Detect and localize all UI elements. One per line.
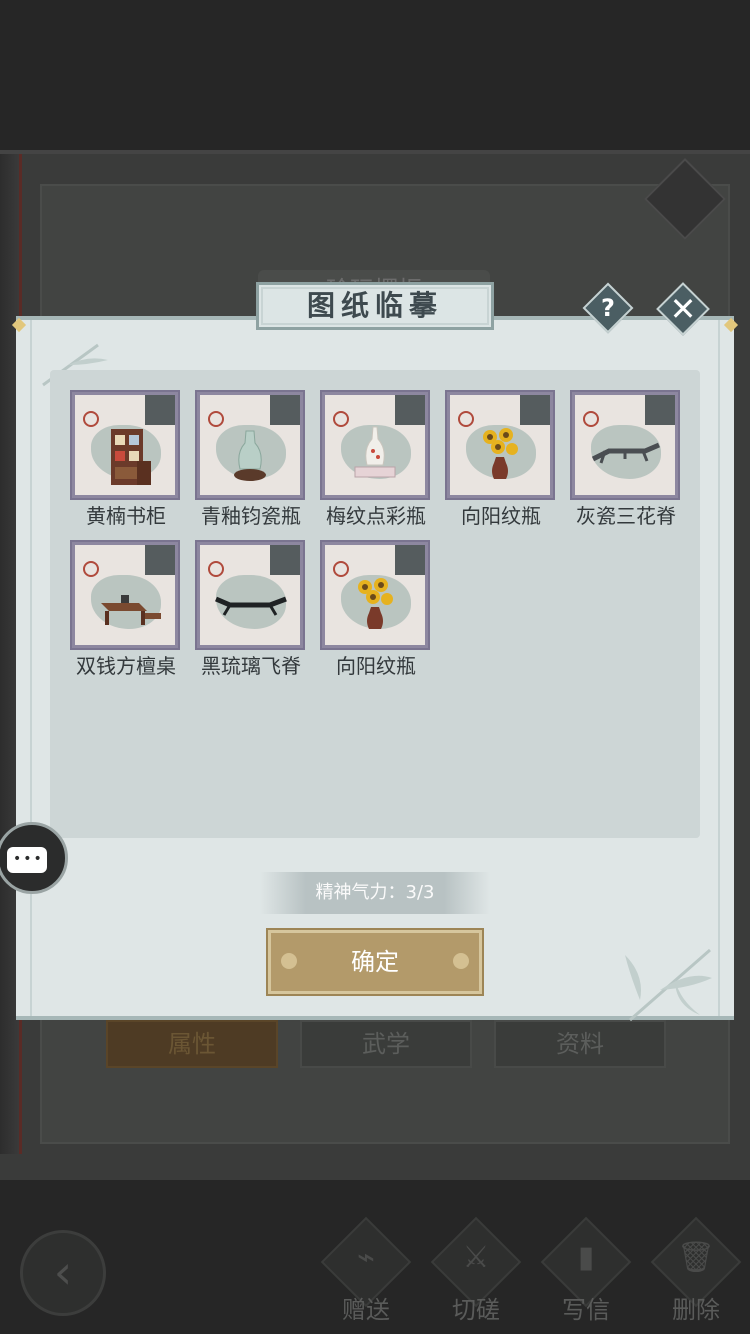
- dialog-frame: 黄楠书柜 青釉钧瓷瓶 梅纹点彩瓶 向阳纹瓶 灰瓷三花脊 双钱方檀桌 黑琉璃飞脊 …: [11, 316, 739, 1022]
- scroll-icon: ⌁: [356, 1240, 376, 1275]
- write-letter-button-label: 写信: [562, 1296, 610, 1324]
- blueprint-item[interactable]: 梅纹点彩瓶: [320, 390, 432, 540]
- question-mark-icon: ?: [601, 294, 615, 322]
- write-letter-button[interactable]: ▮ 写信: [536, 1216, 636, 1330]
- delete-button[interactable]: 🗑 删除: [646, 1216, 746, 1330]
- stamina-label: 精神气力：3/3: [260, 872, 490, 914]
- item-name: 黄楠书柜: [86, 504, 166, 528]
- delete-button-label: 删除: [672, 1296, 720, 1324]
- confirm-button-label: 确定: [351, 948, 399, 976]
- item-name: 灰瓷三花脊: [576, 504, 676, 528]
- item-thumbnail: [320, 390, 430, 500]
- blueprint-item[interactable]: 向阳纹瓶: [320, 540, 432, 690]
- tab-martial-arts[interactable]: 武学: [300, 1020, 472, 1068]
- confirm-button[interactable]: 确定: [266, 928, 484, 996]
- back-button[interactable]: ‹: [20, 1230, 106, 1316]
- tab-attributes[interactable]: 属性: [106, 1020, 278, 1068]
- celadon-vase-icon: [234, 430, 266, 481]
- flower-ornament-icon: [453, 953, 469, 969]
- gift-button[interactable]: ⌁ 赠送: [316, 1216, 416, 1330]
- blueprint-item[interactable]: 青釉钧瓷瓶: [195, 390, 307, 540]
- dialog-title: 图纸临摹: [256, 282, 494, 330]
- plum-vase-icon: [354, 426, 396, 478]
- item-thumbnail: [70, 540, 180, 650]
- item-thumbnail: [445, 390, 555, 500]
- blueprint-item[interactable]: 灰瓷三花脊: [570, 390, 682, 540]
- item-thumbnail: [70, 390, 180, 500]
- back-arrow-icon: ‹: [53, 1245, 73, 1299]
- tab-profile[interactable]: 资料: [494, 1020, 666, 1068]
- roof-ridge-icon: [591, 442, 660, 464]
- letter-icon: ▮: [577, 1240, 595, 1275]
- item-name: 黑琉璃飞脊: [201, 654, 301, 678]
- chat-dots-icon: •••: [13, 851, 44, 867]
- item-name: 梅纹点彩瓶: [326, 504, 426, 528]
- sunflower-vase-icon: [483, 428, 518, 479]
- blueprint-item[interactable]: 黄楠书柜: [70, 390, 182, 540]
- black-ridge-icon: [215, 596, 287, 616]
- blueprint-copy-dialog: 黄楠书柜 青釉钧瓷瓶 梅纹点彩瓶 向阳纹瓶 灰瓷三花脊 双钱方檀桌 黑琉璃飞脊 …: [11, 282, 739, 1024]
- trash-icon: 🗑: [676, 1240, 716, 1275]
- blueprint-item[interactable]: 黑琉璃飞脊: [195, 540, 307, 690]
- bookcase-icon: [111, 429, 151, 485]
- blueprint-grid: 黄楠书柜 青釉钧瓷瓶 梅纹点彩瓶 向阳纹瓶 灰瓷三花脊 双钱方檀桌 黑琉璃飞脊 …: [50, 370, 700, 838]
- dialog-title-text: 图纸临摹: [306, 289, 443, 322]
- item-name: 双钱方檀桌: [76, 654, 176, 678]
- item-name: 青釉钧瓷瓶: [201, 504, 301, 528]
- blueprint-item[interactable]: 向阳纹瓶: [445, 390, 557, 540]
- gift-button-label: 赠送: [342, 1296, 390, 1324]
- spar-button-label: 切磋: [452, 1296, 500, 1324]
- item-thumbnail: [195, 390, 305, 500]
- sword-icon: ⚔: [462, 1240, 490, 1275]
- background-tabs: 属性 武学 资料: [106, 1020, 666, 1070]
- blueprint-item[interactable]: 双钱方檀桌: [70, 540, 182, 690]
- item-thumbnail: [195, 540, 305, 650]
- bottom-action-bar: ‹ ⌁ 赠送 ⚔ 切磋 ▮ 写信 🗑 删除: [0, 1210, 750, 1334]
- table-icon: [101, 595, 161, 625]
- close-icon: ✕: [669, 290, 697, 328]
- flower-ornament-icon: [281, 953, 297, 969]
- item-name: 向阳纹瓶: [336, 654, 416, 678]
- bamboo-decoration-icon: [625, 948, 712, 1022]
- spar-button[interactable]: ⚔ 切磋: [426, 1216, 526, 1330]
- item-thumbnail: [570, 390, 680, 500]
- item-thumbnail: [320, 540, 430, 650]
- sunflower-vase-icon: [358, 578, 393, 629]
- item-name: 向阳纹瓶: [461, 504, 541, 528]
